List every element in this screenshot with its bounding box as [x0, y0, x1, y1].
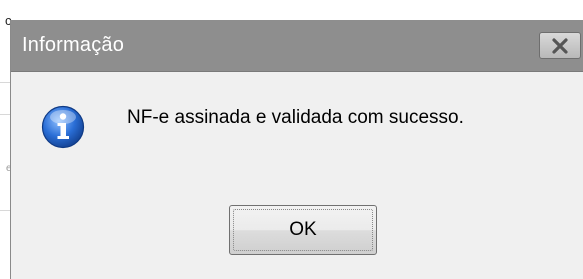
- close-button[interactable]: [539, 32, 581, 59]
- background-divider: [0, 114, 10, 115]
- dialog-titlebar[interactable]: Informação: [11, 20, 583, 72]
- dialog-body: NF-e assinada e validada com sucesso. OK: [11, 72, 583, 279]
- background-divider: [0, 210, 10, 211]
- info-icon: [41, 105, 85, 149]
- background-divider: [0, 82, 10, 83]
- screen: c e Informação NF-e assinada e validada …: [0, 0, 583, 279]
- ok-button[interactable]: OK: [229, 205, 377, 255]
- ok-button-label: OK: [289, 219, 317, 240]
- dialog-title: Informação: [22, 34, 125, 56]
- info-dialog: Informação NF-e assinada e validada com …: [10, 20, 583, 279]
- dialog-message: NF-e assinada e validada com sucesso.: [127, 107, 464, 128]
- close-icon: [552, 37, 568, 54]
